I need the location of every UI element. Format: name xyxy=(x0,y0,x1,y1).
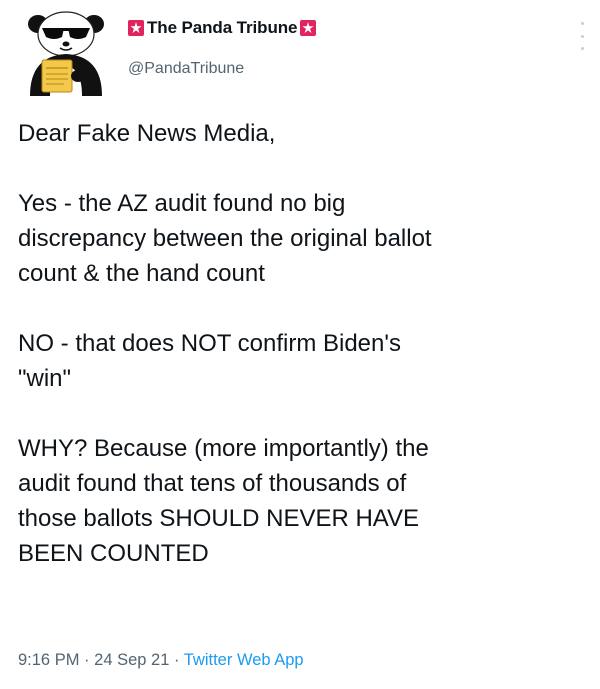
tweet-paragraph: NO - that does NOT confirm Biden's "win" xyxy=(18,326,588,396)
tweet-header: The Panda Tribune @PandaTribune xyxy=(14,4,586,100)
tweet-line: Yes - the AZ audit found no big xyxy=(18,190,346,217)
account-handle[interactable]: @PandaTribune xyxy=(128,60,244,78)
tweet-line: "win" xyxy=(18,365,72,392)
tweet-source-link[interactable]: Twitter Web App xyxy=(184,651,304,669)
tweet-card: The Panda Tribune @PandaTribune Dear Fak… xyxy=(0,0,600,689)
tweet-time[interactable]: 9:16 PM xyxy=(18,651,79,669)
meta-separator: · xyxy=(84,651,90,669)
tweet-line: those ballots SHOULD NEVER HAVE xyxy=(18,505,420,532)
tweet-line: BEEN COUNTED xyxy=(18,540,209,567)
more-options-icon[interactable] xyxy=(578,22,586,50)
meta-separator: · xyxy=(173,651,180,669)
tweet-paragraph: Yes - the AZ audit found no big discrepan… xyxy=(18,186,588,291)
tweet-line: audit found that tens of thousands of xyxy=(18,470,407,497)
tweet-line: count & the hand count xyxy=(18,260,265,287)
dot xyxy=(580,34,584,38)
siren-icon xyxy=(128,20,144,36)
tweet-date[interactable]: 24 Sep 21 xyxy=(94,651,169,669)
tweet-line: discrepancy between the original ballot xyxy=(18,225,432,252)
account-name-row[interactable]: The Panda Tribune xyxy=(128,18,317,38)
tweet-meta: 9:16 PM · 24 Sep 21 · Twitter Web App xyxy=(18,651,304,670)
tweet-line: NO - that does NOT confirm Biden's xyxy=(18,330,401,357)
panda-avatar-icon[interactable] xyxy=(20,4,112,96)
tweet-text: Dear Fake News Media, Yes - the AZ audit… xyxy=(18,116,588,571)
tweet-line: WHY? Because (more importantly) the xyxy=(18,435,429,462)
tweet-paragraph: WHY? Because (more importantly) the audit… xyxy=(18,431,588,571)
display-name: The Panda Tribune xyxy=(147,18,298,37)
dot xyxy=(580,47,584,50)
tweet-paragraph: Dear Fake News Media, xyxy=(18,116,588,151)
tweet-line: Dear Fake News Media, xyxy=(18,120,276,147)
dot xyxy=(580,22,584,25)
siren-icon xyxy=(300,20,317,36)
